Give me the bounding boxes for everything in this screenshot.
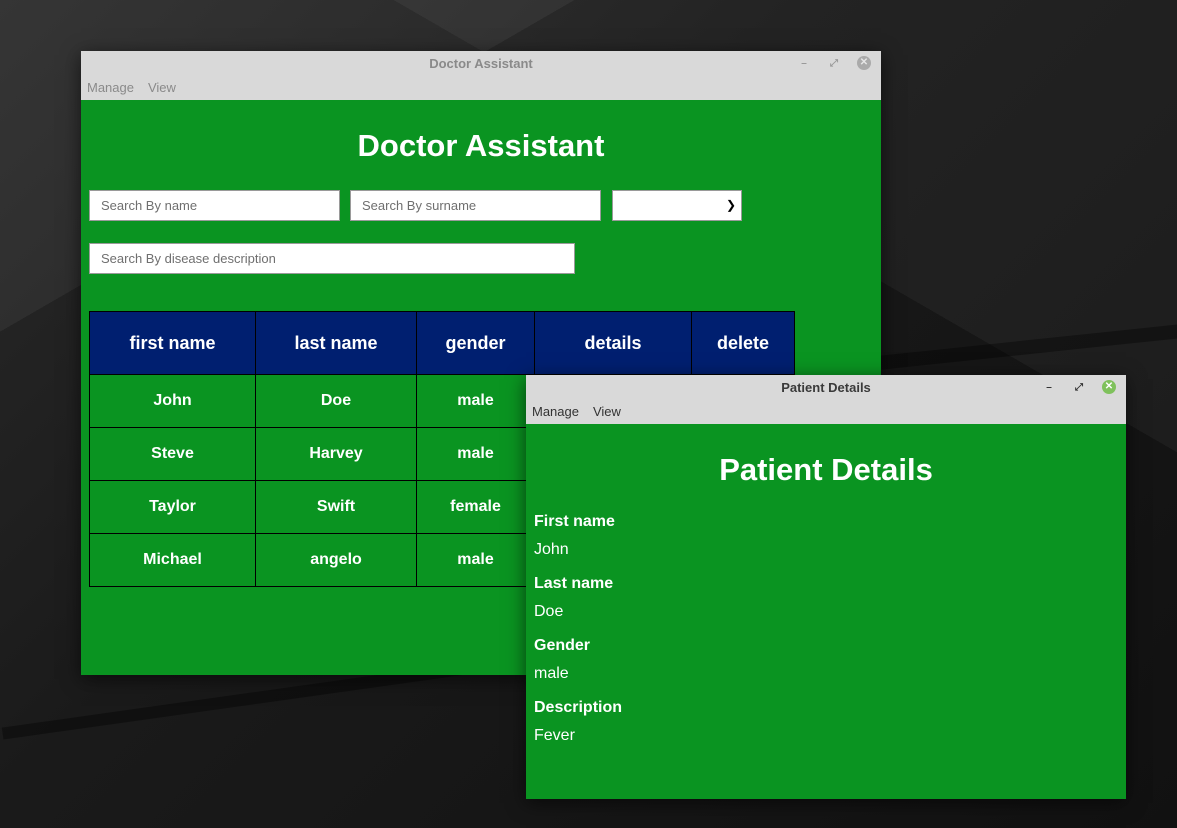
cell-last-name: Harvey [255,427,417,481]
cell-gender: male [416,533,535,587]
minimize-icon[interactable]: – [797,56,811,70]
cell-gender: female [416,480,535,534]
maximize-icon[interactable]: ⤢ [1072,380,1086,394]
cell-last-name: Swift [255,480,417,534]
field-label-first-name: First name [534,513,615,530]
search-disease-input[interactable]: Search By disease description [89,243,575,274]
search-name-input[interactable]: Search By name [89,190,340,221]
gender-select[interactable]: ❯ [612,190,742,221]
field-label-description: Description [534,699,623,716]
field-value-gender: male [534,665,569,682]
menubar: Manage View [526,399,1126,424]
field-value-description: Fever [534,727,575,744]
field-label-gender: Gender [534,637,591,654]
detail-content: Patient Details First name John Last nam… [526,424,1126,799]
search-name-placeholder: Search By name [101,198,198,213]
cell-gender: male [416,427,535,481]
page-title: Patient Details [719,452,933,487]
search-surname-placeholder: Search By surname [362,198,477,213]
header-details[interactable]: details [534,311,692,375]
chevron-down-icon: ❯ [725,198,736,212]
menubar: Manage View [81,75,881,100]
window-controls: – ⤢ ✕ [797,51,871,75]
field-label-last-name: Last name [534,575,614,592]
close-icon[interactable]: ✕ [857,56,871,70]
window-title: Patient Details [781,379,871,395]
search-surname-input[interactable]: Search By surname [350,190,601,221]
header-gender[interactable]: gender [416,311,535,375]
cell-first-name: Steve [89,427,256,481]
patient-details-window: Patient Details – ⤢ ✕ Manage View Patien… [526,375,1126,799]
header-last-name[interactable]: last name [255,311,417,375]
window-titlebar[interactable]: Doctor Assistant – ⤢ ✕ [81,51,881,75]
cell-last-name: Doe [255,374,417,428]
minimize-icon[interactable]: – [1042,380,1056,394]
table-header-row: first name last name gender details dele… [89,311,795,375]
close-icon[interactable]: ✕ [1102,380,1116,394]
menu-view[interactable]: View [148,80,176,95]
field-value-last-name: Doe [534,603,564,620]
header-delete[interactable]: delete [691,311,795,375]
header-first-name[interactable]: first name [89,311,256,375]
menu-manage[interactable]: Manage [87,80,134,95]
cell-last-name: angelo [255,533,417,587]
maximize-icon[interactable]: ⤢ [827,56,841,70]
cell-first-name: Taylor [89,480,256,534]
window-controls: – ⤢ ✕ [1042,375,1116,399]
background-stripe [880,324,1177,370]
menu-view[interactable]: View [593,404,621,419]
window-title: Doctor Assistant [429,55,533,71]
cell-first-name: Michael [89,533,256,587]
field-value-first-name: John [534,541,569,558]
menu-manage[interactable]: Manage [532,404,579,419]
cell-first-name: John [89,374,256,428]
cell-gender: male [416,374,535,428]
page-title: Doctor Assistant [357,128,605,163]
window-titlebar[interactable]: Patient Details – ⤢ ✕ [526,375,1126,399]
search-disease-placeholder: Search By disease description [101,251,276,266]
